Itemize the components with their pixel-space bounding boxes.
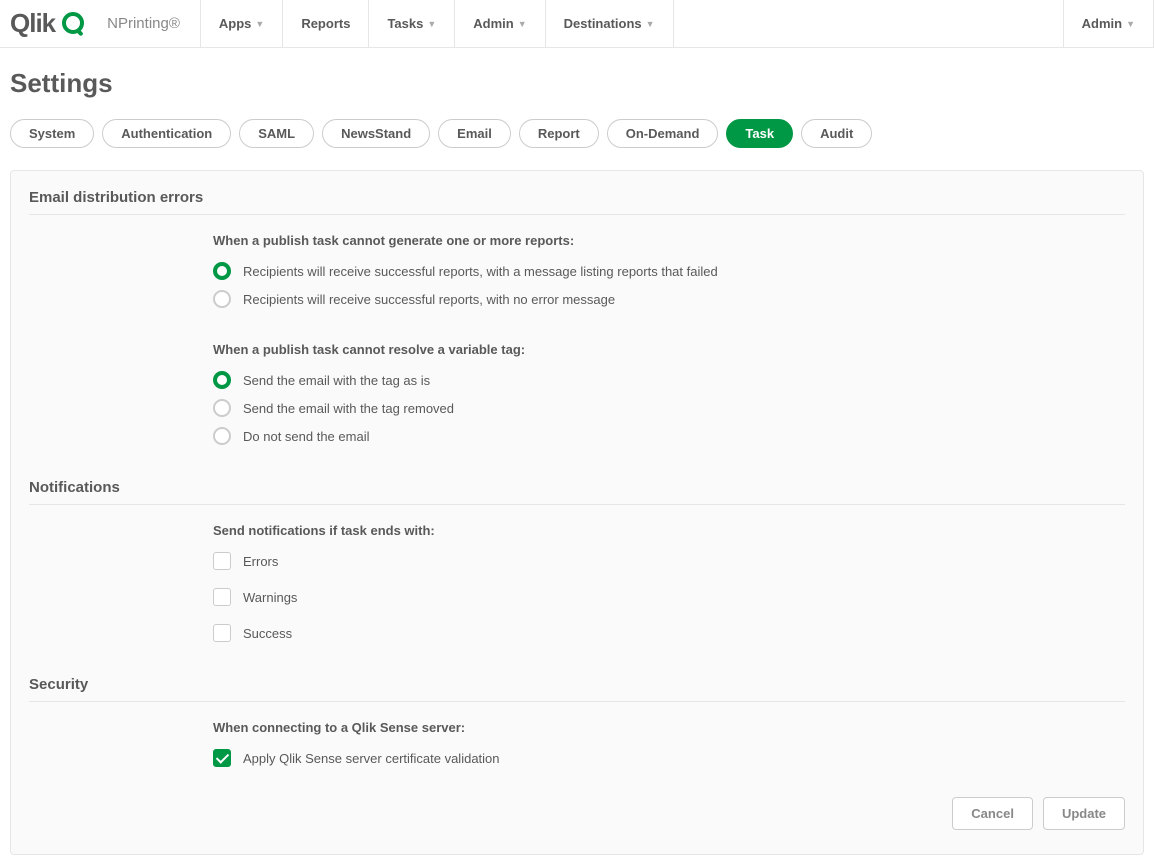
checkbox-icon[interactable]: [213, 552, 231, 570]
form-buttons: Cancel Update: [29, 785, 1125, 830]
checkbox-label: Success: [243, 626, 292, 641]
product-name: NPrinting®: [107, 15, 200, 32]
radio-icon[interactable]: [213, 290, 231, 308]
radio-icon[interactable]: [213, 371, 231, 389]
radio-label: Recipients will receive successful repor…: [243, 292, 615, 307]
nav-user-menu[interactable]: Admin ▼: [1063, 0, 1154, 47]
nav-tasks[interactable]: Tasks ▼: [368, 0, 454, 47]
field-label: When a publish task cannot resolve a var…: [213, 342, 1125, 357]
checkbox-label: Warnings: [243, 590, 297, 605]
nav-admin[interactable]: Admin ▼: [454, 0, 544, 47]
checkbox-icon[interactable]: [213, 624, 231, 642]
nav-label: Admin: [473, 16, 513, 31]
brand-q-icon: [61, 11, 87, 37]
tab-system[interactable]: System: [10, 119, 94, 148]
security-form: When connecting to a Qlik Sense server: …: [29, 720, 1125, 767]
caret-down-icon: ▼: [255, 19, 264, 29]
checkbox-option[interactable]: Success: [213, 624, 1125, 642]
email-errors-form: When a publish task cannot generate one …: [29, 233, 1125, 445]
checkbox-icon[interactable]: [213, 749, 231, 767]
radio-label: Recipients will receive successful repor…: [243, 264, 718, 279]
caret-down-icon: ▼: [518, 19, 527, 29]
tab-authentication[interactable]: Authentication: [102, 119, 231, 148]
caret-down-icon: ▼: [1126, 19, 1135, 29]
caret-down-icon: ▼: [646, 19, 655, 29]
settings-tabs: System Authentication SAML NewsStand Ema…: [10, 119, 1144, 148]
field-label: When a publish task cannot generate one …: [213, 233, 1125, 248]
page: Settings System Authentication SAML News…: [0, 48, 1154, 865]
update-button[interactable]: Update: [1043, 797, 1125, 830]
checkbox-option[interactable]: Warnings: [213, 588, 1125, 606]
top-nav: Qlik NPrinting® Apps▼ Reports Tasks▼ Adm…: [0, 0, 1154, 48]
radio-option[interactable]: Send the email with the tag as is: [213, 371, 1125, 389]
page-title: Settings: [10, 68, 1144, 99]
radio-icon[interactable]: [213, 399, 231, 417]
radio-option[interactable]: Recipients will receive successful repor…: [213, 262, 1125, 280]
checkbox-option[interactable]: Errors: [213, 552, 1125, 570]
field-label: Send notifications if task ends with:: [213, 523, 1125, 538]
tab-saml[interactable]: SAML: [239, 119, 314, 148]
brand-name: Qlik: [10, 8, 55, 39]
radio-option[interactable]: Send the email with the tag removed: [213, 399, 1125, 417]
section-security-title: Security: [29, 676, 1125, 702]
radio-icon[interactable]: [213, 262, 231, 280]
radio-icon[interactable]: [213, 427, 231, 445]
radio-label: Send the email with the tag as is: [243, 373, 430, 388]
section-email-errors-title: Email distribution errors: [29, 189, 1125, 215]
tab-on-demand[interactable]: On-Demand: [607, 119, 719, 148]
section-notifications-title: Notifications: [29, 479, 1125, 505]
nav-label: Tasks: [387, 16, 423, 31]
checkbox-icon[interactable]: [213, 588, 231, 606]
nav-label: Apps: [219, 16, 252, 31]
nav-right: Admin ▼: [1063, 0, 1154, 47]
caret-down-icon: ▼: [427, 19, 436, 29]
notifications-form: Send notifications if task ends with: Er…: [29, 523, 1125, 642]
field-label: When connecting to a Qlik Sense server:: [213, 720, 1125, 735]
nav-reports[interactable]: Reports: [282, 0, 368, 47]
nav-items: Apps▼ Reports Tasks▼ Admin▼ Destinations…: [200, 0, 674, 47]
nav-destinations[interactable]: Destinations ▼: [545, 0, 674, 47]
checkbox-label: Errors: [243, 554, 278, 569]
tab-task[interactable]: Task: [726, 119, 793, 148]
settings-panel: Email distribution errors When a publish…: [10, 170, 1144, 855]
checkbox-option[interactable]: Apply Qlik Sense server certificate vali…: [213, 749, 1125, 767]
checkbox-label: Apply Qlik Sense server certificate vali…: [243, 751, 500, 766]
radio-label: Send the email with the tag removed: [243, 401, 454, 416]
radio-option[interactable]: Do not send the email: [213, 427, 1125, 445]
nav-label: Admin: [1082, 16, 1122, 31]
nav-label: Reports: [301, 16, 350, 31]
tab-report[interactable]: Report: [519, 119, 599, 148]
tab-newsstand[interactable]: NewsStand: [322, 119, 430, 148]
brand: Qlik: [0, 8, 107, 39]
tab-audit[interactable]: Audit: [801, 119, 872, 148]
radio-option[interactable]: Recipients will receive successful repor…: [213, 290, 1125, 308]
tab-email[interactable]: Email: [438, 119, 511, 148]
nav-apps[interactable]: Apps▼: [200, 0, 282, 47]
cancel-button[interactable]: Cancel: [952, 797, 1033, 830]
radio-label: Do not send the email: [243, 429, 369, 444]
nav-label: Destinations: [564, 16, 642, 31]
